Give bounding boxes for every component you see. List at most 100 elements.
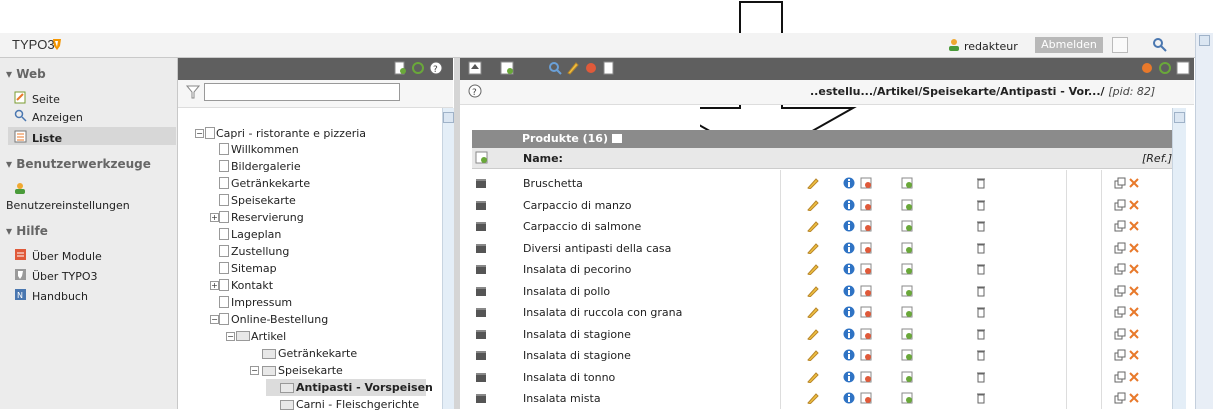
module-benutzereinstellungen[interactable]: Benutzereinstellungen [6, 199, 130, 212]
copy-icon[interactable] [1114, 306, 1126, 318]
tree-node[interactable]: Impressum [231, 296, 292, 309]
record-name[interactable]: Insalata di stagione [523, 328, 631, 341]
tree-node[interactable]: Online-Bestellung [231, 313, 328, 326]
history-icon[interactable] [584, 61, 598, 75]
edit-icon[interactable] [807, 392, 819, 404]
record-icon[interactable] [475, 199, 487, 211]
tree-node[interactable]: Lageplan [231, 228, 281, 241]
new-after-icon[interactable] [901, 285, 913, 297]
tree-node[interactable]: Kontakt [231, 279, 273, 292]
new-record-icon[interactable] [500, 61, 514, 75]
edit-icon[interactable] [807, 328, 819, 340]
module-ueber-typo3[interactable]: Über TYPO3 [32, 270, 98, 283]
delete-icon[interactable] [975, 349, 987, 361]
search-icon[interactable] [1152, 37, 1168, 53]
cut-icon[interactable] [1128, 242, 1140, 254]
view-icon[interactable] [548, 61, 562, 75]
delete-icon[interactable] [975, 263, 987, 275]
history-icon[interactable] [860, 285, 872, 297]
delete-icon[interactable] [975, 177, 987, 189]
cut-icon[interactable] [1128, 199, 1140, 211]
typo3-logo[interactable]: TYPO3 [12, 37, 55, 52]
record-name[interactable]: Insalata di pecorino [523, 263, 631, 276]
edit-page-icon[interactable] [566, 61, 580, 75]
tree-filter-input[interactable] [204, 83, 400, 101]
copy-icon[interactable] [1114, 177, 1126, 189]
edit-icon[interactable] [807, 242, 819, 254]
collapse-icon[interactable]: − [195, 129, 204, 138]
collapse-icon[interactable]: − [226, 332, 235, 341]
history-icon[interactable] [860, 242, 872, 254]
record-name[interactable]: Insalata mista [523, 392, 601, 405]
new-after-icon[interactable] [901, 306, 913, 318]
column-name[interactable]: Name: [523, 152, 563, 165]
history-icon[interactable] [860, 199, 872, 211]
new-after-icon[interactable] [901, 242, 913, 254]
record-icon[interactable] [475, 392, 487, 404]
tree-node[interactable]: Sitemap [231, 262, 277, 275]
info-icon[interactable] [843, 371, 855, 383]
tree-node[interactable]: Reservierung [231, 211, 304, 224]
module-anzeigen[interactable]: Anzeigen [32, 111, 83, 124]
cut-icon[interactable] [1128, 371, 1140, 383]
cut-icon[interactable] [1128, 328, 1140, 340]
record-name[interactable]: Insalata di tonno [523, 371, 615, 384]
history-icon[interactable] [860, 220, 872, 232]
edit-icon[interactable] [807, 371, 819, 383]
window-scrollbar[interactable] [1195, 33, 1213, 409]
history-icon[interactable] [860, 349, 872, 361]
module-handbuch[interactable]: Handbuch [32, 290, 88, 303]
up-level-icon[interactable] [468, 61, 482, 75]
delete-icon[interactable] [975, 285, 987, 297]
expand-table-icon[interactable] [612, 134, 622, 143]
open-window-icon[interactable] [1176, 61, 1190, 75]
tree-node[interactable]: Speisekarte [231, 194, 296, 207]
delete-icon[interactable] [975, 220, 987, 232]
delete-icon[interactable] [975, 242, 987, 254]
copy-icon[interactable] [1114, 349, 1126, 361]
info-icon[interactable] [843, 306, 855, 318]
info-icon[interactable] [843, 242, 855, 254]
tree-node[interactable]: Willkommen [231, 143, 299, 156]
tree-node[interactable]: Getränkekarte [231, 177, 310, 190]
new-after-icon[interactable] [901, 371, 913, 383]
module-ueber-module[interactable]: Über Module [32, 250, 102, 263]
info-icon[interactable] [843, 349, 855, 361]
cut-icon[interactable] [1128, 392, 1140, 404]
copy-icon[interactable] [1114, 371, 1126, 383]
info-icon[interactable] [843, 199, 855, 211]
group-web[interactable]: ▾ Web [6, 67, 46, 81]
delete-icon[interactable] [975, 328, 987, 340]
edit-icon[interactable] [807, 177, 819, 189]
group-benutzerwerkzeuge[interactable]: ▾ Benutzerwerkzeuge [6, 157, 151, 171]
help-icon[interactable]: ? [468, 84, 482, 98]
record-icon[interactable] [475, 263, 487, 275]
copy-icon[interactable] [1114, 263, 1126, 275]
record-name[interactable]: Insalata di ruccola con grana [523, 306, 682, 319]
edit-icon[interactable] [807, 263, 819, 275]
new-after-icon[interactable] [901, 220, 913, 232]
reload-icon[interactable] [1158, 61, 1172, 75]
info-icon[interactable] [843, 285, 855, 297]
record-icon[interactable] [475, 371, 487, 383]
new-record-icon[interactable] [475, 151, 488, 164]
tree-node[interactable]: Getränkekarte [278, 347, 357, 360]
cut-icon[interactable] [1128, 306, 1140, 318]
info-icon[interactable] [843, 263, 855, 275]
new-after-icon[interactable] [901, 349, 913, 361]
logout-button[interactable]: Abmelden [1035, 37, 1103, 53]
record-name[interactable]: Carpaccio di salmone [523, 220, 641, 233]
record-icon[interactable] [475, 306, 487, 318]
cut-icon[interactable] [1128, 177, 1140, 189]
new-after-icon[interactable] [901, 392, 913, 404]
history-icon[interactable] [860, 306, 872, 318]
edit-icon[interactable] [807, 199, 819, 211]
record-name[interactable]: Diversi antipasti della casa [523, 242, 671, 255]
cut-icon[interactable] [1128, 285, 1140, 297]
record-icon[interactable] [475, 285, 487, 297]
new-after-icon[interactable] [901, 177, 913, 189]
move-icon[interactable] [602, 61, 616, 75]
history-icon[interactable] [860, 328, 872, 340]
delete-icon[interactable] [975, 199, 987, 211]
tree-node[interactable]: Zustellung [231, 245, 289, 258]
